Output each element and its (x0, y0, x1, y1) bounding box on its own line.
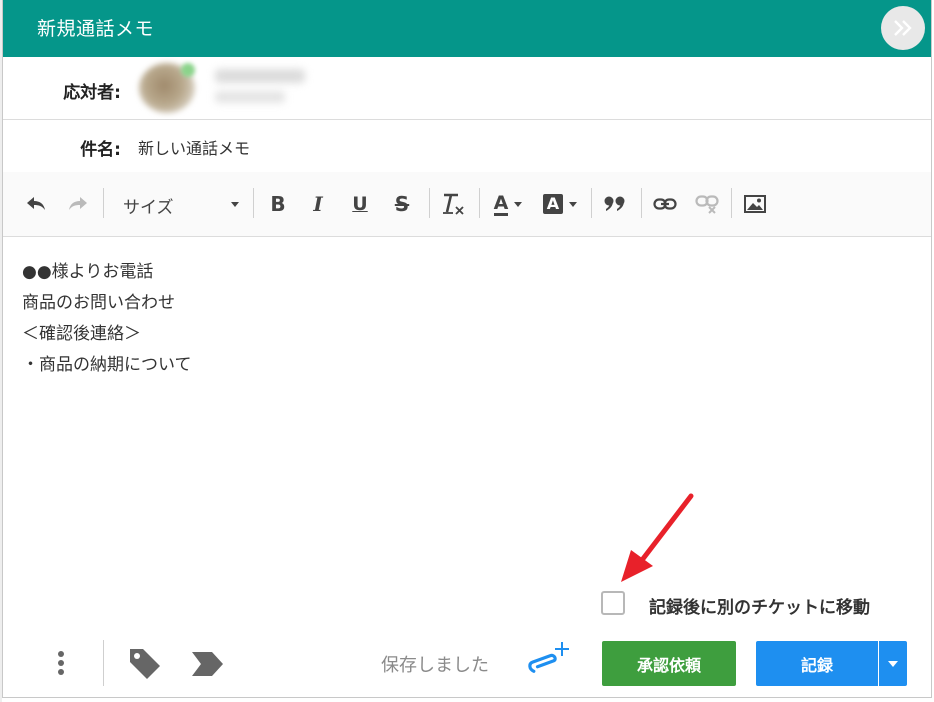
subject-label: 件名: (80, 140, 121, 160)
toolbar-divider (429, 188, 430, 218)
link-icon (653, 198, 677, 210)
footer-divider (103, 640, 104, 686)
call-memo-panel: 新規通話メモ 応対者: 件名: 新しい通話メモ サイズ B I U S A A … (2, 0, 932, 698)
editor-line: ・商品の納期について (22, 355, 192, 375)
blockquote-button[interactable] (601, 190, 629, 218)
tag-icon (130, 649, 160, 679)
responder-detail-redacted (215, 91, 285, 103)
chevron-label-icon (192, 652, 223, 676)
unlink-icon (695, 195, 719, 214)
undo-icon (27, 197, 45, 210)
redo-button[interactable] (65, 190, 91, 218)
collapse-panel-button[interactable] (881, 6, 925, 50)
editor-toolbar: サイズ B I U S A A (3, 172, 931, 237)
font-color-icon: A (493, 191, 509, 216)
move-after-record-label: 記録後に別のチケットに移動 (649, 598, 870, 618)
chevron-down-icon (514, 201, 523, 207)
strikethrough-icon: S (394, 192, 410, 216)
more-options-button[interactable] (51, 648, 71, 678)
toolbar-divider (641, 188, 642, 218)
kebab-menu-icon (58, 651, 64, 675)
editor-line: ＜確認後連絡＞ (22, 324, 141, 344)
request-approval-button[interactable]: 承認依頼 (602, 641, 736, 686)
save-status-text: 保存しました (381, 655, 489, 676)
memo-editor[interactable]: ●●様よりお電話 商品のお問い合わせ ＜確認後連絡＞ ・商品の納期について (3, 237, 931, 577)
font-size-select[interactable]: サイズ (113, 189, 245, 219)
undo-button[interactable] (23, 190, 49, 218)
attachment-add-icon (528, 642, 569, 673)
insert-image-button[interactable] (741, 190, 769, 218)
toolbar-divider (103, 188, 104, 218)
panel-header: 新規通話メモ (3, 0, 931, 57)
subject-row: 件名: 新しい通話メモ (3, 119, 931, 173)
strikethrough-button[interactable]: S (389, 190, 415, 218)
responder-label: 応対者: (63, 83, 121, 103)
italic-icon: I (313, 192, 323, 216)
status-button[interactable] (189, 650, 225, 678)
move-after-record-checkbox[interactable] (601, 591, 625, 615)
toolbar-divider (591, 188, 592, 218)
underline-icon: U (352, 193, 368, 215)
double-chevron-right-icon (894, 20, 912, 36)
toolbar-divider (731, 188, 732, 218)
responder-row: 応対者: (3, 57, 931, 120)
font-size-label: サイズ (123, 198, 174, 218)
link-button[interactable] (651, 190, 679, 218)
bold-button[interactable]: B (265, 190, 291, 218)
bold-icon: B (270, 192, 286, 216)
redo-icon (69, 197, 87, 210)
clear-format-button[interactable] (439, 190, 469, 218)
chevron-down-icon (569, 201, 577, 207)
presence-badge (181, 63, 195, 77)
responder-name-redacted (215, 69, 305, 83)
record-button[interactable]: 記録 (756, 641, 878, 686)
underline-button[interactable]: U (347, 190, 373, 218)
attach-file-button[interactable] (527, 640, 571, 678)
background-color-icon: A (543, 194, 563, 214)
blockquote-icon (604, 196, 625, 211)
editor-line: 商品のお問い合わせ (22, 293, 175, 313)
toolbar-divider (253, 188, 254, 218)
tag-button[interactable] (127, 645, 163, 681)
toolbar-divider (479, 188, 480, 218)
chevron-down-icon (888, 660, 898, 667)
unlink-button[interactable] (693, 190, 721, 218)
image-icon (744, 195, 766, 213)
clear-format-icon (443, 193, 464, 215)
chevron-down-icon (231, 202, 239, 207)
panel-title: 新規通話メモ (37, 18, 155, 40)
record-options-button[interactable] (879, 641, 907, 686)
background-color-button[interactable]: A (539, 190, 581, 218)
italic-button[interactable]: I (305, 190, 331, 218)
font-color-button[interactable]: A (487, 190, 529, 218)
editor-line: ●●様よりお電話 (22, 262, 154, 282)
subject-input[interactable]: 新しい通話メモ (138, 135, 250, 159)
